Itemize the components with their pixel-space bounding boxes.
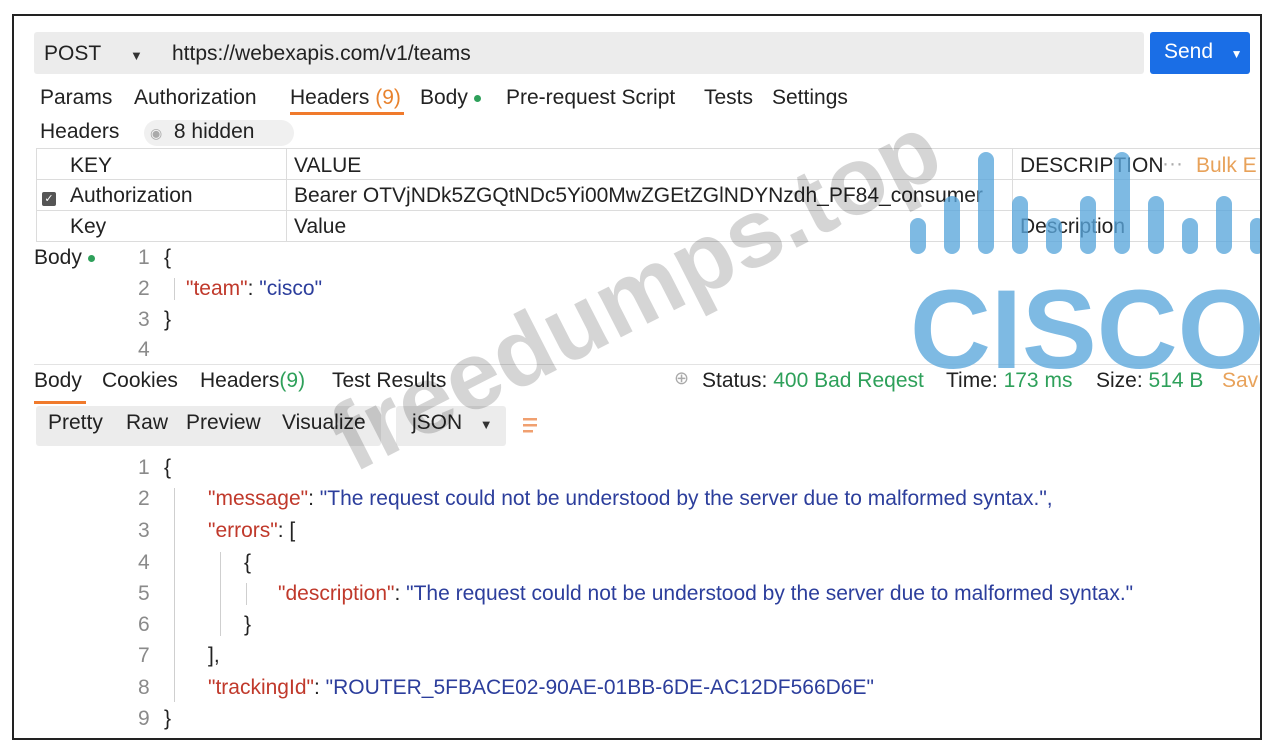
column-header-key: KEY (70, 154, 113, 177)
method-select[interactable]: POST ▼ (44, 42, 143, 66)
globe-icon: ⊕ (674, 368, 690, 388)
tab-headers-label: Headers (290, 86, 370, 109)
format-preview[interactable]: Preview (186, 411, 261, 435)
active-tab-indicator (34, 401, 86, 404)
line-number: 2 (138, 277, 150, 300)
code-line[interactable]: { (164, 456, 171, 480)
key-placeholder[interactable]: Key (70, 215, 106, 239)
line-number: 4 (138, 338, 150, 361)
status-value: 400 Bad Reqest (773, 369, 924, 392)
json-string: "ROUTER_5FBACE02-90AE-01BB-6DE-AC12DF566… (325, 676, 874, 699)
code-line[interactable]: "message": "The request could not be und… (208, 487, 1053, 511)
indent-guide (246, 583, 247, 605)
code-line[interactable]: "description": "The request could not be… (278, 582, 1133, 606)
json-string: "The request could not be understood by … (319, 487, 1053, 510)
cisco-logo: CISCO (910, 152, 1262, 376)
table-divider (36, 148, 37, 241)
active-tab-indicator (290, 112, 404, 115)
table-divider (286, 148, 287, 241)
response-tab-cookies[interactable]: Cookies (102, 369, 178, 393)
header-key-cell[interactable]: Authorization (70, 184, 193, 208)
json-string: "The request could not be understood by … (406, 582, 1134, 605)
code-line[interactable]: "team": "cisco" (186, 277, 322, 301)
chevron-down-icon: ▼ (129, 48, 143, 63)
chevron-down-icon[interactable]: ▼ (1231, 47, 1243, 61)
json-key: "description" (278, 582, 395, 605)
headers-label: Headers (40, 120, 120, 143)
tab-body[interactable]: Body (420, 86, 481, 110)
url-input[interactable]: https://webexapis.com/v1/teams (172, 42, 471, 66)
code-line[interactable]: "trackingId": "ROUTER_5FBACE02-90AE-01BB… (208, 676, 874, 700)
indent-guide (174, 488, 175, 702)
code-line[interactable]: "errors": [ (208, 519, 295, 543)
json-key: "team" (186, 277, 248, 300)
code-line[interactable]: } (244, 613, 251, 637)
line-number: 3 (138, 308, 150, 331)
tab-params[interactable]: Params (40, 86, 112, 110)
code-line[interactable]: ], (208, 644, 220, 668)
postman-window: POST ▼ https://webexapis.com/v1/teams Se… (12, 14, 1262, 740)
wrap-lines-icon[interactable] (520, 410, 542, 440)
format-pretty[interactable]: Pretty (48, 411, 103, 435)
tab-headers[interactable]: Headers (9) (290, 86, 401, 110)
line-number: 4 (138, 551, 150, 574)
value-placeholder[interactable]: Value (294, 215, 346, 239)
json-string: "cisco" (259, 277, 323, 300)
indent-guide (174, 278, 175, 300)
line-number: 5 (138, 582, 150, 605)
send-button[interactable]: Send ▼ (1150, 32, 1250, 74)
line-number: 1 (138, 246, 150, 269)
watermark: freedumps.top (314, 94, 958, 493)
tab-settings[interactable]: Settings (772, 86, 848, 110)
line-number: 2 (138, 487, 150, 510)
tab-prerequest-script[interactable]: Pre-request Script (506, 86, 675, 110)
code-line[interactable]: { (244, 551, 251, 575)
response-status: Status: 400 Bad Reqest (702, 369, 924, 393)
code-line[interactable]: { (164, 246, 171, 270)
format-raw[interactable]: Raw (126, 411, 168, 435)
json-punctuation: : [ (277, 519, 296, 542)
hidden-count: 8 hidden (173, 120, 255, 143)
indent-guide (220, 552, 221, 636)
tab-tests[interactable]: Tests (704, 86, 753, 110)
modified-dot-icon (473, 94, 481, 102)
cisco-logo-text: CISCO (910, 267, 1262, 376)
request-body-text: Body (34, 246, 82, 269)
tab-body-label: Body (420, 86, 468, 109)
code-line[interactable]: } (164, 308, 171, 332)
response-headers-count: (9) (279, 369, 306, 392)
tab-headers-count: (9) (375, 86, 401, 109)
hidden-headers-text[interactable]: ◉ 8 hidden (150, 120, 254, 144)
column-header-value: VALUE (294, 154, 362, 177)
line-number: 6 (138, 613, 150, 636)
json-key: "trackingId" (208, 676, 314, 699)
line-number: 9 (138, 707, 150, 730)
modified-dot-icon (87, 254, 95, 262)
request-body-label: Body (34, 246, 95, 270)
method-label: POST (44, 42, 101, 65)
checkbox-checked-icon[interactable]: ✓ (42, 192, 56, 206)
tab-authorization[interactable]: Authorization (134, 86, 257, 110)
response-tab-body[interactable]: Body (34, 369, 82, 393)
response-tab-headers[interactable]: Headers(9) (200, 369, 305, 393)
response-headers-label: Headers (200, 369, 280, 392)
status-label: Status: (702, 369, 768, 392)
line-number: 8 (138, 676, 150, 699)
json-key: "errors" (208, 519, 278, 542)
eye-icon: ◉ (150, 125, 163, 141)
line-number: 1 (138, 456, 150, 479)
send-label: Send (1164, 40, 1214, 63)
line-number: 7 (138, 644, 150, 667)
json-key: "message" (208, 487, 309, 510)
code-line[interactable]: } (164, 707, 171, 731)
line-number: 3 (138, 519, 150, 542)
